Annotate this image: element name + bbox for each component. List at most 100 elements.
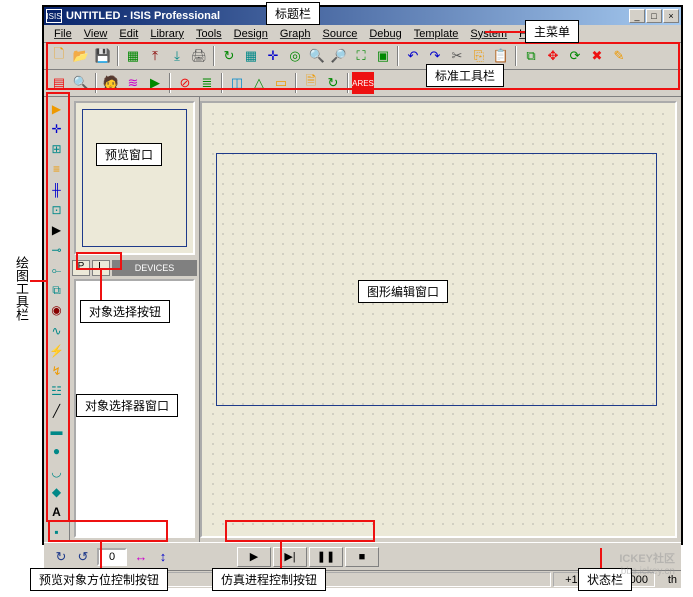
import-icon[interactable]: ⤒ xyxy=(144,45,166,67)
toolbar-row-1: 🗋 📂 💾 ▦ ⤒ ⤓ 🖨 ↻ ▦ ✛ ◎ 🔍 🔎 ⛶ ▣ ↶ ↷ ✂ ⎘ 📋 … xyxy=(44,43,681,70)
mirror-y-icon[interactable]: ↕ xyxy=(152,547,174,567)
graph-icon[interactable]: ⧉ xyxy=(46,281,68,299)
open-icon[interactable]: 📂 xyxy=(70,45,92,67)
preview-extent xyxy=(82,109,187,247)
tape-icon[interactable]: ◉ xyxy=(46,301,68,319)
circle-icon[interactable]: ● xyxy=(46,442,68,460)
watermark: ICKEY社区 bbs.ickey.cn xyxy=(619,550,675,577)
current-probe-icon[interactable]: ↯ xyxy=(46,362,68,380)
device-pins-icon[interactable]: ⟜ xyxy=(46,261,68,279)
property-assign-icon[interactable]: 🧑 xyxy=(100,72,122,94)
bottom-bar: ↻ ↺ ↔ ↕ ▶ ▶| ❚❚ ■ xyxy=(44,542,681,570)
editing-window[interactable] xyxy=(200,101,677,538)
component-mode-icon[interactable]: ▶ xyxy=(46,100,68,118)
print-icon[interactable]: 🖨 xyxy=(188,45,210,67)
close-button[interactable]: × xyxy=(663,9,679,23)
save-icon[interactable]: 💾 xyxy=(92,45,114,67)
menu-graph[interactable]: Graph xyxy=(274,28,317,40)
block-move-icon[interactable]: ✥ xyxy=(542,45,564,67)
netlist-compile-icon[interactable]: ≣ xyxy=(196,72,218,94)
menu-template[interactable]: Template xyxy=(408,28,465,40)
ares-icon[interactable]: ARES xyxy=(352,72,374,94)
play-button[interactable]: ▶ xyxy=(237,547,271,567)
bus-icon[interactable]: ╫ xyxy=(46,181,68,199)
terminals-icon[interactable]: ⊸ xyxy=(46,241,68,259)
callout-orient: 预览对象方位控制按钮 xyxy=(30,568,168,591)
mirror-x-icon[interactable]: ↔ xyxy=(130,547,152,567)
stop-button[interactable]: ■ xyxy=(345,547,379,567)
zoom-in-icon[interactable]: 🔍 xyxy=(306,45,328,67)
tool4-icon[interactable]: 🗎 xyxy=(300,72,322,94)
selection-icon[interactable]: ▶ xyxy=(46,221,68,239)
junction-icon[interactable]: ✛ xyxy=(46,120,68,138)
generator-icon[interactable]: ∿ xyxy=(46,322,68,340)
menu-library[interactable]: Library xyxy=(144,28,190,40)
tool5-icon[interactable]: ↻ xyxy=(322,72,344,94)
origin-icon[interactable]: ✛ xyxy=(262,45,284,67)
symbol-icon[interactable]: ▪ xyxy=(46,523,68,541)
callout-titlebar: 标题栏 xyxy=(266,2,320,25)
titlebar: ISIS UNTITLED - ISIS Professional _ □ × xyxy=(44,7,681,25)
tool1-icon[interactable]: ◫ xyxy=(226,72,248,94)
print-area-icon[interactable]: ▦ xyxy=(122,45,144,67)
menubar: File View Edit Library Tools Design Grap… xyxy=(44,25,681,43)
instruments-icon[interactable]: ☳ xyxy=(46,382,68,400)
text-script-icon[interactable]: ≡ xyxy=(46,160,68,178)
pick-devices-button[interactable]: P xyxy=(72,260,90,276)
toolbar-row-2: ▤ 🔍 🧑 ≋ ▶ ⊘ ≣ ◫ △ ▭ 🗎 ↻ ARES xyxy=(44,70,681,97)
minimize-button[interactable]: _ xyxy=(629,9,645,23)
maximize-button[interactable]: □ xyxy=(646,9,662,23)
callout-mainmenu: 主菜单 xyxy=(525,20,579,43)
callout-preview: 预览窗口 xyxy=(96,143,162,166)
search-icon[interactable]: 🔍 xyxy=(70,72,92,94)
wire-label-icon[interactable]: ⊞ xyxy=(46,140,68,158)
new-icon[interactable]: 🗋 xyxy=(48,45,70,67)
zoom-all-icon[interactable]: ⛶ xyxy=(350,45,372,67)
arc-icon[interactable]: ◡ xyxy=(46,463,68,481)
pause-button[interactable]: ❚❚ xyxy=(309,547,343,567)
pick-icon[interactable]: ✎ xyxy=(608,45,630,67)
box-icon[interactable]: ▬ xyxy=(46,422,68,440)
object-selector-header: P L DEVICES xyxy=(70,259,199,277)
menu-design[interactable]: Design xyxy=(228,28,274,40)
refresh-icon[interactable]: ↻ xyxy=(218,45,240,67)
line-icon[interactable]: ╱ xyxy=(46,402,68,420)
erc-icon[interactable]: ⊘ xyxy=(174,72,196,94)
menu-tools[interactable]: Tools xyxy=(190,28,228,40)
export-icon[interactable]: ⤓ xyxy=(166,45,188,67)
watermark-main: ICKEY社区 xyxy=(619,550,675,566)
zoom-area-icon[interactable]: ▣ xyxy=(372,45,394,67)
subcircuit-icon[interactable]: ⊡ xyxy=(46,201,68,219)
callout-std-toolbar: 标准工具栏 xyxy=(426,64,504,87)
center-icon[interactable]: ◎ xyxy=(284,45,306,67)
netlist-ares-icon[interactable]: ▶ xyxy=(144,72,166,94)
menu-view[interactable]: View xyxy=(78,28,114,40)
tool3-icon[interactable]: ▭ xyxy=(270,72,292,94)
menu-debug[interactable]: Debug xyxy=(363,28,407,40)
path-icon[interactable]: ◆ xyxy=(46,483,68,501)
block-copy-icon[interactable]: ⧉ xyxy=(520,45,542,67)
tool2-icon[interactable]: △ xyxy=(248,72,270,94)
devices-label: DEVICES xyxy=(112,260,197,276)
menu-edit[interactable]: Edit xyxy=(113,28,144,40)
watermark-sub: bbs.ickey.cn xyxy=(619,566,675,577)
callout-sim: 仿真进程控制按钮 xyxy=(212,568,326,591)
text-icon[interactable]: A xyxy=(46,503,68,521)
trace-icon[interactable]: ≋ xyxy=(122,72,144,94)
block-rotate-icon[interactable]: ⟳ xyxy=(564,45,586,67)
grid-icon[interactable]: ▦ xyxy=(240,45,262,67)
menu-system[interactable]: System xyxy=(464,28,513,40)
menu-source[interactable]: Source xyxy=(317,28,364,40)
menu-file[interactable]: File xyxy=(48,28,78,40)
step-button[interactable]: ▶| xyxy=(273,547,307,567)
wire-autoroute-icon[interactable]: ▤ xyxy=(48,72,70,94)
callout-obj-btn: 对象选择按钮 xyxy=(80,300,170,323)
voltage-probe-icon[interactable]: ⚡ xyxy=(46,342,68,360)
app-icon: ISIS xyxy=(46,9,62,23)
simulation-controls: ▶ ▶| ❚❚ ■ xyxy=(234,545,382,569)
zoom-out-icon[interactable]: 🔎 xyxy=(328,45,350,67)
block-delete-icon[interactable]: ✖ xyxy=(586,45,608,67)
undo-icon[interactable]: ↶ xyxy=(402,45,424,67)
rotate-cw-icon[interactable]: ↻ xyxy=(50,547,72,567)
rotate-ccw-icon[interactable]: ↺ xyxy=(72,547,94,567)
